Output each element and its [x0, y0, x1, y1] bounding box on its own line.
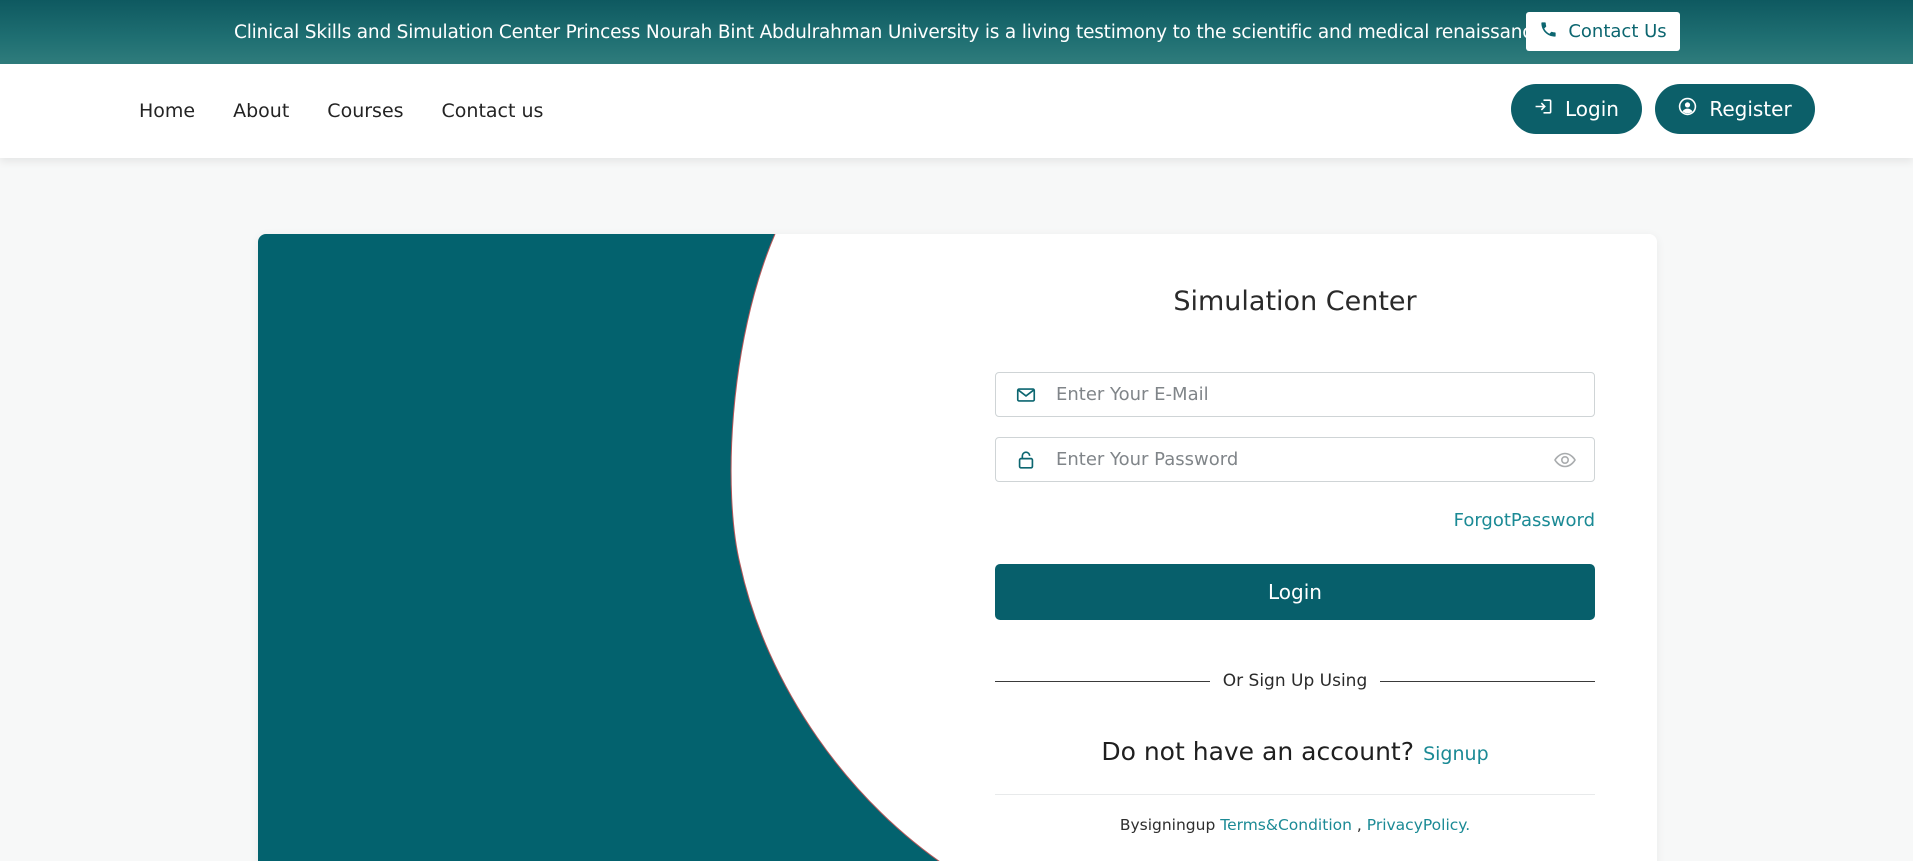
user-circle-icon: [1678, 97, 1697, 121]
nav-link-courses[interactable]: Courses: [327, 100, 403, 122]
card-decorative-wave: [258, 234, 940, 861]
terms-separator: ,: [1356, 816, 1362, 834]
terms-prefix: Bysigningup: [1119, 816, 1216, 834]
signup-row: Do not have an account? Signup: [995, 737, 1595, 766]
terms-row: Bysigningup Terms&Condition , PrivacyPol…: [995, 816, 1595, 834]
login-form: Simulation Center ForgotPassword Login O…: [995, 234, 1596, 861]
nav-register-button[interactable]: Register: [1655, 84, 1815, 134]
banner-contact-label: Contact Us: [1568, 21, 1667, 42]
banner-contact-button[interactable]: Contact Us: [1526, 12, 1680, 51]
nav-login-button[interactable]: Login: [1511, 84, 1642, 134]
password-input[interactable]: [1056, 438, 1536, 481]
divider-line-right: [1380, 680, 1596, 682]
eye-icon[interactable]: [1536, 437, 1594, 482]
nav-register-label: Register: [1709, 97, 1792, 121]
login-card: Simulation Center ForgotPassword Login O…: [258, 234, 1657, 861]
signup-link[interactable]: Signup: [1423, 743, 1489, 765]
nav-actions: Login Register: [1511, 84, 1815, 134]
email-field: [995, 372, 1595, 417]
nav-links: Home About Courses Contact us: [139, 64, 543, 158]
privacy-link[interactable]: PrivacyPolicy.: [1367, 816, 1470, 834]
form-title: Simulation Center: [1173, 286, 1417, 317]
top-banner: Clinical Skills and Simulation Center Pr…: [0, 0, 1913, 64]
nav-login-label: Login: [1565, 97, 1619, 121]
nav-link-contact[interactable]: Contact us: [442, 100, 544, 122]
sign-up-divider: Or Sign Up Using: [995, 669, 1596, 693]
envelope-icon: [996, 372, 1056, 417]
no-account-text: Do not have an account?: [1101, 737, 1414, 766]
nav-link-home[interactable]: Home: [139, 100, 195, 122]
phone-icon: [1539, 20, 1558, 44]
divider-text: Or Sign Up Using: [1222, 671, 1368, 691]
forgot-password-link[interactable]: ForgotPassword: [1454, 510, 1595, 531]
lock-icon: [996, 437, 1056, 482]
sign-in-icon: [1534, 97, 1553, 121]
banner-text: Clinical Skills and Simulation Center Pr…: [234, 21, 1544, 43]
password-field: [995, 437, 1595, 482]
divider-line-left: [995, 680, 1210, 682]
navbar: Home About Courses Contact us Login Regi…: [0, 64, 1913, 158]
login-button[interactable]: Login: [995, 564, 1595, 620]
terms-link[interactable]: Terms&Condition: [1220, 816, 1352, 834]
email-input[interactable]: [1056, 373, 1594, 416]
nav-link-about[interactable]: About: [233, 100, 289, 122]
separator: [995, 794, 1595, 795]
